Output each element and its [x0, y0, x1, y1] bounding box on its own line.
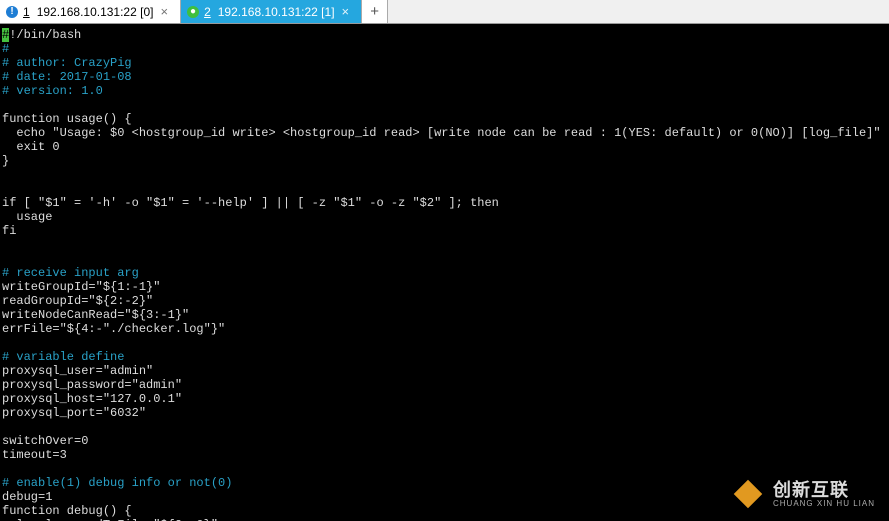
code-line: fi [2, 224, 16, 238]
close-icon[interactable]: × [158, 4, 170, 19]
code-line: echo "Usage: $0 <hostgroup_id write> <ho… [2, 126, 881, 140]
code-line: debug=1 [2, 490, 52, 504]
code-line: errFile="${4:-"./checker.log"}" [2, 322, 225, 336]
logo-text-cn: 创新互联 [773, 481, 875, 499]
tab-label: 192.168.10.131:22 [1] [218, 5, 335, 19]
tab-2[interactable]: ● 2 192.168.10.131:22 [1] × [181, 0, 362, 23]
code-line: !/bin/bash [9, 28, 81, 42]
code-line: proxysql_password="admin" [2, 378, 182, 392]
close-icon[interactable]: × [340, 4, 352, 19]
code-line: } [2, 154, 9, 168]
code-line: switchOver=0 [2, 434, 88, 448]
code-line: writeNodeCanRead="${3:-1}" [2, 308, 189, 322]
watermark-logo: 创新互联 CHUANG XIN HU LIAN [731, 477, 875, 511]
status-dot-icon: ● [187, 6, 199, 18]
code-line: function usage() { [2, 112, 132, 126]
code-line: writeGroupId="${1:-1}" [2, 280, 160, 294]
code-line: exit 0 [2, 140, 60, 154]
code-line: # variable define [2, 350, 124, 364]
code-line: if [ "$1" = '-h' -o "$1" = '--help' ] ||… [2, 196, 499, 210]
tab-index: 1 [23, 5, 30, 19]
code-line: # date: 2017-01-08 [2, 70, 132, 84]
logo-text-pinyin: CHUANG XIN HU LIAN [773, 499, 875, 508]
tab-bar: ! 1 192.168.10.131:22 [0] × ● 2 192.168.… [0, 0, 889, 24]
code-line: # author: CrazyPig [2, 56, 132, 70]
tab-1[interactable]: ! 1 192.168.10.131:22 [0] × [0, 0, 181, 23]
code-line: timeout=3 [2, 448, 67, 462]
code-line: function debug() { [2, 504, 132, 518]
new-tab-button[interactable]: + [362, 0, 388, 23]
code-line: # enable(1) debug info or not(0) [2, 476, 232, 490]
code-line: proxysql_user="admin" [2, 364, 153, 378]
code-line: proxysql_host="127.0.0.1" [2, 392, 182, 406]
code-line: usage [2, 210, 52, 224]
code-line: # receive input arg [2, 266, 139, 280]
tab-index: 2 [204, 5, 211, 19]
code-line: # [2, 42, 9, 56]
status-dot-icon: ! [6, 6, 18, 18]
terminal-output[interactable]: #!/bin/bash # # author: CrazyPig # date:… [0, 24, 889, 521]
code-line: readGroupId="${2:-2}" [2, 294, 153, 308]
code-line: proxysql_port="6032" [2, 406, 146, 420]
tab-label: 192.168.10.131:22 [0] [37, 5, 154, 19]
code-line: # version: 1.0 [2, 84, 103, 98]
logo-icon [731, 477, 765, 511]
